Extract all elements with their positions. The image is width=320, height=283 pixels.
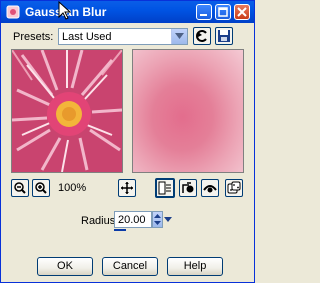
blurred-preview [132, 49, 244, 173]
title-bar[interactable]: Gaussian Blur [1, 1, 254, 23]
chevron-down-icon[interactable] [171, 29, 187, 44]
radius-input[interactable]: 20.00 [114, 211, 152, 228]
reset-preset-button[interactable] [193, 27, 211, 45]
spinner-arrows-icon [154, 214, 161, 225]
presets-label: Presets: [13, 31, 54, 43]
mouse-cursor-icon [58, 1, 72, 20]
gaussian-blur-dialog: Gaussian Blur Presets: Last Used 100% Ra… [0, 0, 255, 283]
zoom-level: 100% [58, 182, 87, 194]
dice-icon [227, 181, 241, 194]
zoom-out-icon [14, 182, 26, 194]
pan-button[interactable] [118, 179, 136, 197]
flower-image [12, 50, 122, 172]
minimize-icon [200, 14, 207, 16]
presets-value: Last Used [62, 31, 112, 43]
eye-icon [203, 185, 217, 193]
randomize-button[interactable] [225, 179, 243, 197]
preview-image-icon [182, 182, 194, 193]
blur-app-icon [6, 5, 20, 19]
auto-preview-button[interactable] [201, 179, 219, 197]
radius-slider-dropdown[interactable] [163, 211, 173, 228]
help-button[interactable]: Help [167, 257, 223, 276]
preview-on-image-button[interactable] [179, 179, 197, 197]
radius-spinner[interactable] [152, 211, 163, 228]
zoom-out-button[interactable] [11, 179, 29, 197]
radius-label: Radius: [81, 215, 119, 227]
radius-slider-indicator [114, 229, 126, 231]
save-preset-button[interactable] [215, 27, 233, 45]
proof-toggle-icon [158, 181, 171, 195]
minimize-button[interactable] [196, 4, 212, 20]
reset-arrow-icon [196, 30, 207, 42]
close-icon [237, 7, 247, 17]
original-preview[interactable] [11, 49, 123, 173]
radius-value: 20.00 [118, 214, 146, 226]
cancel-button[interactable]: Cancel [102, 257, 158, 276]
zoom-in-icon [35, 182, 47, 194]
chevron-down-icon [164, 217, 172, 222]
maximize-icon [218, 7, 228, 17]
ok-button[interactable]: OK [37, 257, 93, 276]
floppy-disk-icon [218, 30, 230, 42]
zoom-in-button[interactable] [32, 179, 50, 197]
maximize-button[interactable] [215, 4, 231, 20]
pan-move-icon [121, 182, 133, 194]
proof-button[interactable] [155, 178, 175, 198]
close-button[interactable] [234, 4, 250, 20]
presets-dropdown[interactable]: Last Used [58, 28, 188, 45]
